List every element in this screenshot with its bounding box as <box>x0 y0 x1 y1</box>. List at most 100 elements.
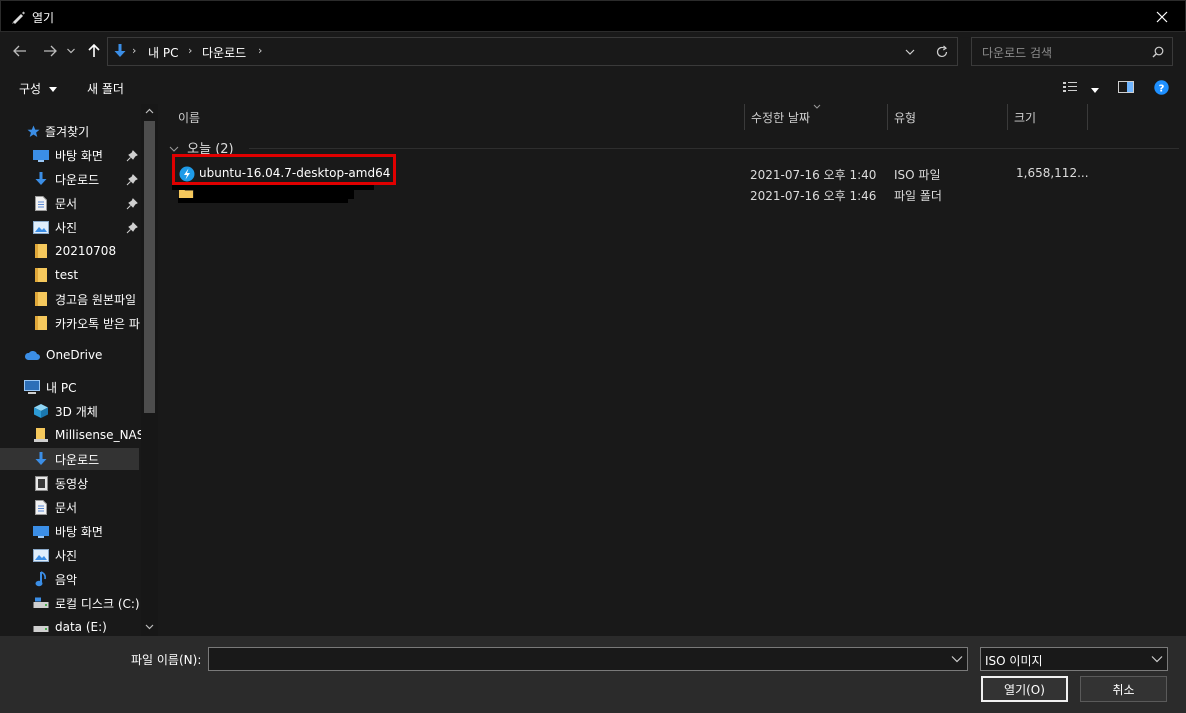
sidebar-item-documents[interactable]: 문서 <box>33 192 141 214</box>
sidebar-item-label: 문서 <box>55 196 78 211</box>
breadcrumb-separator: › <box>132 44 137 57</box>
sidebar-item-pictures[interactable]: 사진 <box>33 216 141 238</box>
sidebar-item-documents-pc[interactable]: 문서 <box>33 496 77 518</box>
view-options-button[interactable] <box>1063 81 1099 96</box>
sidebar-item-3d-objects[interactable]: 3D 개체 <box>33 400 98 422</box>
breadcrumb-separator: › <box>188 44 193 57</box>
recent-locations-button[interactable] <box>64 41 78 61</box>
redaction-mark <box>178 198 348 203</box>
filetype-select[interactable]: ISO 이미지 <box>980 647 1168 671</box>
sidebar-item-quick-access[interactable]: 즐겨찾기 <box>26 120 89 142</box>
group-divider <box>249 148 1179 149</box>
download-icon <box>33 451 49 467</box>
file-type: 파일 폴더 <box>894 189 942 203</box>
sidebar-item-label: 동영상 <box>55 476 89 491</box>
scroll-up-icon[interactable] <box>145 108 154 114</box>
column-header-type[interactable]: 유형 <box>888 104 1007 130</box>
sidebar-item-drive-e[interactable]: data (E:) <box>33 616 107 636</box>
sidebar-item-folder-warning-sounds[interactable]: 경고음 원본파일 <box>33 288 136 310</box>
scroll-down-icon[interactable] <box>145 624 154 630</box>
back-button[interactable] <box>10 41 30 61</box>
new-folder-button[interactable]: 새 폴더 <box>87 80 124 97</box>
sidebar-item-label: 20210708 <box>55 244 117 258</box>
close-button[interactable] <box>1139 1 1185 32</box>
cube-icon <box>33 403 49 419</box>
help-icon: ? <box>1154 80 1169 95</box>
chevron-down-icon <box>169 146 179 152</box>
sidebar-item-onedrive[interactable]: OneDrive <box>24 344 102 366</box>
breadcrumb-downloads[interactable]: 다운로드 <box>202 44 246 61</box>
desktop-icon <box>33 147 49 163</box>
breadcrumb-separator: › <box>258 44 263 57</box>
command-bar: 구성 새 폴더 ? <box>0 72 1186 104</box>
arrow-up-icon <box>88 44 100 57</box>
chevron-down-icon[interactable] <box>905 49 915 56</box>
forward-button[interactable] <box>40 41 60 61</box>
column-header-size[interactable]: 크기 <box>1008 104 1087 130</box>
sidebar-item-label: 즐겨찾기 <box>45 124 90 139</box>
sidebar-item-label: test <box>55 268 79 282</box>
pictures-icon <box>33 547 49 563</box>
column-divider[interactable] <box>1087 104 1088 130</box>
sidebar-item-label: 내 PC <box>46 380 77 395</box>
folder-icon <box>33 267 49 283</box>
sidebar-item-folder-kakaotalk[interactable]: 카카오톡 받은 파 <box>33 312 140 334</box>
help-button[interactable]: ? <box>1154 80 1169 98</box>
breadcrumb-this-pc[interactable]: 내 PC <box>148 44 178 61</box>
sidebar-item-downloads[interactable]: 다운로드 <box>33 168 141 190</box>
sidebar-item-drive-c[interactable]: 로컬 디스크 (C:) <box>33 592 140 614</box>
sidebar-item-label: 3D 개체 <box>55 404 98 419</box>
sidebar-item-label: 바탕 화면 <box>55 148 103 163</box>
drive-icon <box>33 619 49 635</box>
star-icon <box>26 123 40 139</box>
column-header-name[interactable]: 이름 <box>172 104 744 130</box>
column-header-modified[interactable]: 수정한 날짜 <box>745 104 887 130</box>
preview-pane-button[interactable] <box>1118 81 1134 96</box>
sidebar-item-folder-test[interactable]: test <box>33 264 78 286</box>
cloud-icon <box>24 347 40 363</box>
arrow-left-icon <box>13 45 26 57</box>
filename-input[interactable] <box>209 648 944 670</box>
up-button[interactable] <box>84 41 104 61</box>
chevron-down-icon[interactable] <box>951 654 963 664</box>
organize-button[interactable]: 구성 <box>19 80 57 97</box>
caret-down-icon <box>48 87 57 92</box>
sidebar-item-music[interactable]: 음악 <box>33 568 77 590</box>
sidebar-item-pictures-pc[interactable]: 사진 <box>33 544 77 566</box>
search-box[interactable]: 다운로드 검색 <box>971 37 1173 66</box>
sidebar-item-label: 경고음 원본파일 <box>55 292 137 307</box>
pin-icon <box>126 174 138 186</box>
close-icon <box>1156 11 1168 22</box>
drive-icon <box>33 595 49 611</box>
sidebar-item-millisense-nas[interactable]: Millisense_NAS <box>33 424 144 446</box>
pin-icon <box>126 198 138 210</box>
sidebar-item-downloads-pc[interactable]: 다운로드 <box>0 448 139 470</box>
sidebar-item-desktop[interactable]: 바탕 화면 <box>33 144 141 166</box>
pin-icon <box>126 222 138 234</box>
folder-icon <box>33 291 49 307</box>
sidebar-item-desktop-pc[interactable]: 바탕 화면 <box>33 520 103 542</box>
sidebar-item-label: 바탕 화면 <box>55 524 103 539</box>
filename-combobox[interactable] <box>208 647 968 671</box>
open-button[interactable]: 열기(O) <box>981 676 1068 702</box>
sidebar-item-folder-20210708[interactable]: 20210708 <box>33 240 116 262</box>
sort-indicator-icon <box>813 104 821 109</box>
search-icon <box>1152 46 1164 58</box>
computer-icon <box>24 379 40 395</box>
sidebar-scrollbar[interactable] <box>141 104 158 636</box>
organize-label: 구성 <box>19 82 42 96</box>
refresh-icon[interactable] <box>935 45 949 59</box>
document-icon <box>33 499 49 515</box>
document-icon <box>33 195 49 211</box>
dialog-footer: 파일 이름(N): ISO 이미지 열기(O) 취소 <box>0 636 1186 713</box>
address-bar[interactable]: › 내 PC › 다운로드 › <box>107 37 958 66</box>
file-type: ISO 파일 <box>894 168 941 182</box>
navigation-row: › 내 PC › 다운로드 › 다운로드 검색 <box>0 32 1186 70</box>
file-size: 1,658,112... <box>1016 166 1089 180</box>
scrollbar-thumb[interactable] <box>144 121 155 413</box>
sidebar-item-this-pc[interactable]: 내 PC <box>24 376 76 398</box>
cancel-button[interactable]: 취소 <box>1080 676 1167 702</box>
sidebar-item-label: 로컬 디스크 (C:) <box>55 596 140 611</box>
sidebar-item-videos[interactable]: 동영상 <box>33 472 88 494</box>
column-header-modified-label: 수정한 날짜 <box>751 111 811 125</box>
